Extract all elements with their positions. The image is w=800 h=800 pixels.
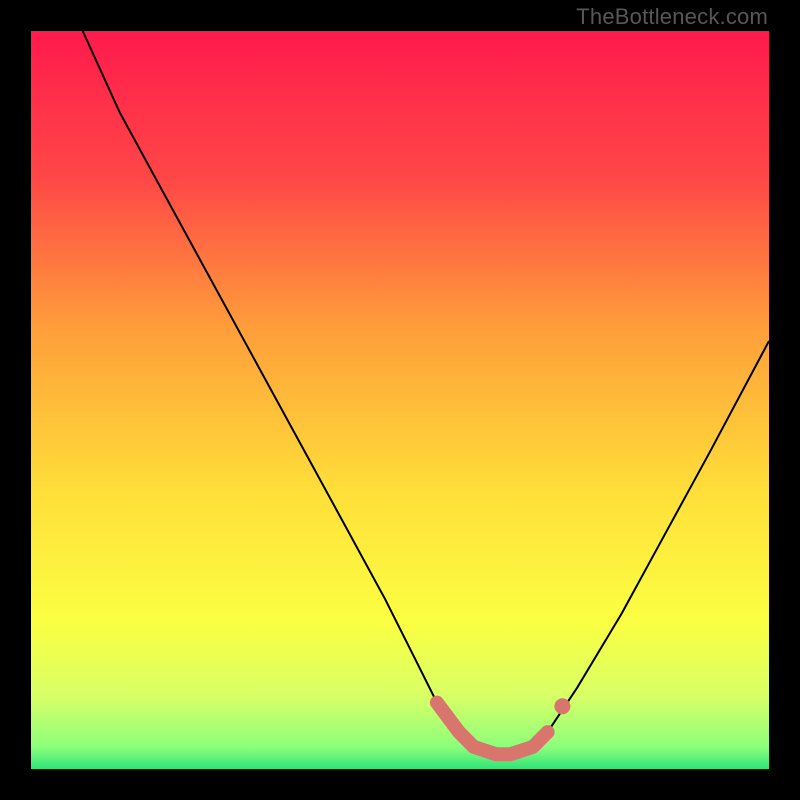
chart-frame: TheBottleneck.com: [0, 0, 800, 800]
watermark-text: TheBottleneck.com: [576, 4, 768, 30]
optimal-end-dot: [554, 698, 570, 714]
optimal-segment: [437, 703, 548, 755]
optimal-region-markers: [437, 698, 571, 754]
bottleneck-curve: [83, 31, 769, 754]
plot-area: [31, 31, 769, 769]
curve-layer: [31, 31, 769, 769]
